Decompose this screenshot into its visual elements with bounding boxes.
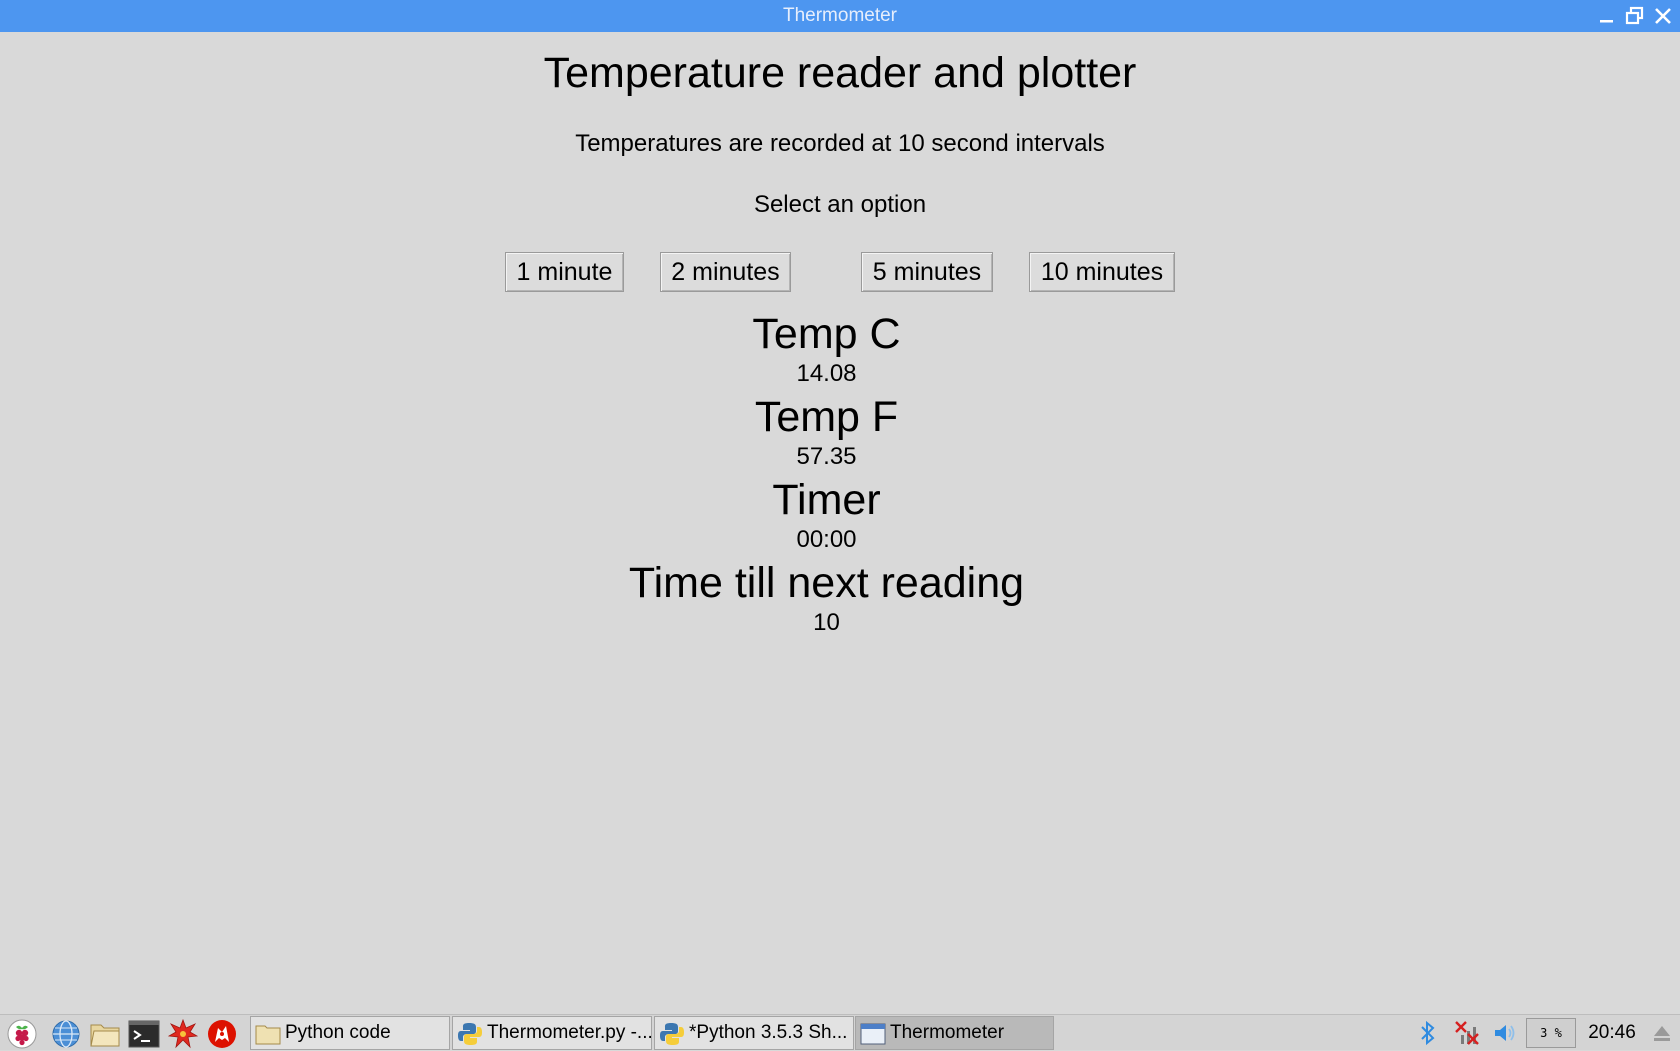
clock[interactable]: 20:46 [1582, 1015, 1642, 1051]
python-icon [660, 1023, 684, 1045]
raspberry-menu-icon [7, 1019, 37, 1049]
terminal-icon [128, 1020, 160, 1048]
window-icon [860, 1023, 886, 1045]
one-minute-button[interactable]: 1 minute [505, 252, 624, 292]
mathematica-icon [168, 1019, 198, 1049]
temp-f-value: 57.35 [796, 443, 857, 470]
ten-minutes-button[interactable]: 10 minutes [1029, 252, 1175, 292]
temp-c-value: 14.08 [796, 360, 857, 387]
eject-button[interactable] [1652, 1019, 1672, 1047]
task-label: Thermometer.py -... [487, 1022, 652, 1043]
eject-icon [1654, 1026, 1670, 1041]
main-window: Temperature reader and plotter Temperatu… [0, 32, 1680, 1014]
cpu-usage-monitor[interactable]: 3 % [1526, 1018, 1576, 1048]
network-disconnected-icon [1455, 1021, 1479, 1045]
temp-c-label: Temp C [752, 310, 901, 358]
volume-icon [1495, 1025, 1515, 1041]
web-browser-button[interactable] [50, 1019, 82, 1049]
page-heading: Temperature reader and plotter [543, 49, 1137, 97]
task-python-code[interactable]: Python code [250, 1016, 450, 1050]
interval-description: Temperatures are recorded at 10 second i… [575, 130, 1105, 157]
file-manager-button[interactable] [89, 1019, 121, 1049]
web-browser-icon [52, 1020, 80, 1048]
temp-f-label: Temp F [754, 393, 899, 441]
wolfram-icon [208, 1020, 236, 1048]
maximize-icon [1625, 6, 1644, 25]
bluetooth-icon [1421, 1020, 1435, 1046]
window-titlebar[interactable]: Thermometer [0, 0, 1680, 32]
raspberry-menu-button[interactable] [6, 1019, 38, 1049]
five-minutes-button[interactable]: 5 minutes [861, 252, 993, 292]
task-label: *Python 3.5.3 Sh... [689, 1022, 848, 1043]
option-prompt: Select an option [753, 191, 927, 218]
timer-label: Timer [772, 476, 881, 524]
close-button[interactable] [1652, 5, 1674, 27]
folder-icon [255, 1025, 281, 1045]
file-manager-icon [90, 1024, 120, 1047]
volume-button[interactable] [1493, 1019, 1517, 1047]
mathematica-button[interactable] [167, 1019, 199, 1049]
python-icon [458, 1023, 482, 1045]
task-label: Python code [285, 1022, 391, 1043]
task-thermometer-window[interactable]: Thermometer [855, 1016, 1054, 1050]
task-thermometer-py[interactable]: Thermometer.py -... [452, 1016, 652, 1050]
timer-value: 00:00 [796, 526, 857, 553]
network-button[interactable] [1453, 1019, 1481, 1047]
wolfram-button[interactable] [206, 1019, 238, 1049]
next-reading-value: 10 [813, 609, 840, 636]
minimize-icon [1600, 20, 1613, 23]
task-python-shell[interactable]: *Python 3.5.3 Sh... [654, 1016, 854, 1050]
bluetooth-button[interactable] [1418, 1019, 1438, 1047]
minimize-button[interactable] [1596, 5, 1618, 27]
window-title: Thermometer [782, 5, 898, 26]
next-reading-label: Time till next reading [628, 559, 1025, 607]
two-minutes-button[interactable]: 2 minutes [660, 252, 791, 292]
terminal-button[interactable] [128, 1019, 160, 1049]
close-icon [1655, 8, 1671, 24]
maximize-button[interactable] [1624, 5, 1646, 27]
task-label: Thermometer [890, 1022, 1005, 1043]
taskbar: Python code Thermometer.py -... *Python … [0, 1014, 1680, 1050]
